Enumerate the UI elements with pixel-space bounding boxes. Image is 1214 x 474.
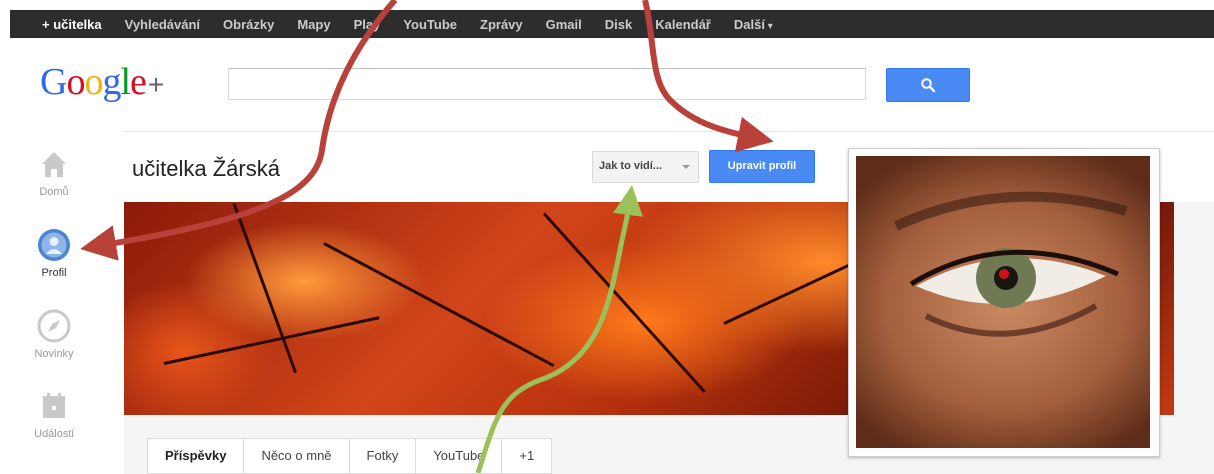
red-arrow-to-profile [80,0,398,261]
annotation-arrows [80,0,774,473]
red-arrow-to-edit-profile [642,0,774,153]
green-arrow-to-view-as [475,185,643,473]
